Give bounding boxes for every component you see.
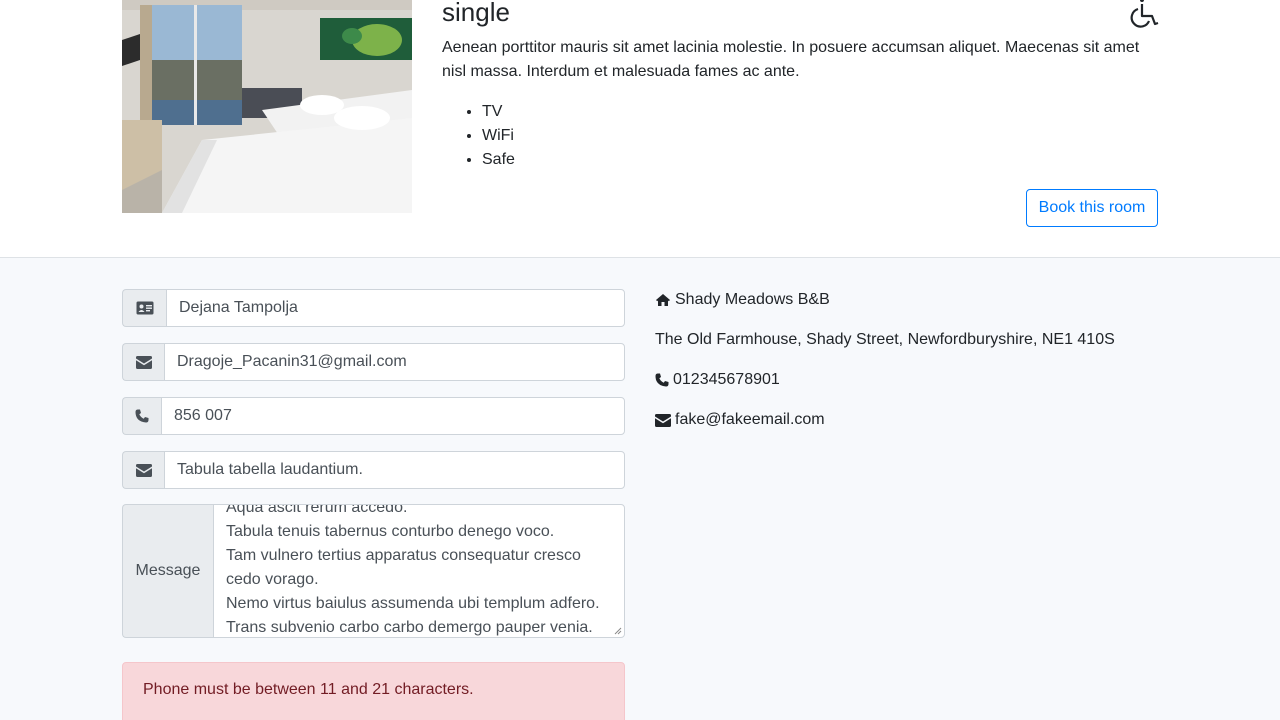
subject-input[interactable]: Tabula tabella laudantium. — [164, 451, 625, 489]
message-line: Tabula tenuis tabernus conturbo denego v… — [226, 523, 555, 540]
contact-section: Dejana Tampolja Dragoje_Pacanin31@gmail.… — [0, 258, 1280, 720]
room-type-title: single — [442, 0, 510, 27]
book-room-button[interactable]: Book this room — [1026, 189, 1158, 227]
message-line: cedo vorago. — [226, 571, 319, 588]
contact-phone-text: 012345678901 — [673, 371, 780, 388]
room-image — [122, 0, 412, 213]
feature-item: WiFi — [482, 124, 515, 148]
contact-email: fake@fakeemail.com — [655, 408, 825, 432]
bnb-name: Shady Meadows B&B — [655, 288, 830, 312]
room-features-list: TV WiFi Safe — [482, 100, 515, 172]
error-alert: Phone must be between 11 and 21 characte… — [122, 662, 625, 720]
room-description: Aenean porttitor mauris sit amet lacinia… — [442, 39, 1140, 80]
bnb-name-text: Shady Meadows B&B — [675, 291, 830, 308]
phone-icon — [655, 372, 669, 388]
message-label: Message — [122, 504, 213, 638]
message-text: Aqua ascit rerum accedo. Tabula tenuis t… — [226, 504, 610, 637]
message-line: Nemo virtus baiulus assumenda ubi templu… — [226, 595, 600, 612]
name-field-group: Dejana Tampolja — [122, 289, 625, 327]
name-input[interactable]: Dejana Tampolja — [166, 289, 625, 327]
email-input[interactable]: Dragoje_Pacanin31@gmail.com — [164, 343, 625, 381]
message-line: Tam vulnero tertius apparatus consequatu… — [226, 547, 581, 564]
contact-email-text: fake@fakeemail.com — [675, 411, 825, 428]
envelope-icon — [655, 412, 671, 428]
phone-input[interactable]: 856 007 — [161, 397, 625, 435]
address: The Old Farmhouse, Shady Street, Newford… — [655, 331, 1115, 348]
message-textarea[interactable]: Aqua ascit rerum accedo. Tabula tenuis t… — [213, 504, 625, 638]
wheelchair-icon — [1124, 0, 1160, 28]
id-card-icon — [122, 289, 166, 327]
feature-item: Safe — [482, 148, 515, 172]
contact-phone: 012345678901 — [655, 368, 780, 392]
feature-item: TV — [482, 100, 515, 124]
message-line: Aqua ascit rerum accedo. — [226, 504, 408, 516]
envelope-icon — [122, 451, 164, 489]
phone-icon — [122, 397, 161, 435]
envelope-icon — [122, 343, 164, 381]
phone-field-group: 856 007 — [122, 397, 625, 435]
home-icon — [655, 292, 671, 308]
email-field-group: Dragoje_Pacanin31@gmail.com — [122, 343, 625, 381]
message-field-group: Message Aqua ascit rerum accedo. Tabula … — [122, 504, 625, 638]
subject-field-group: Tabula tabella laudantium. — [122, 451, 625, 489]
room-section: single Aenean porttitor mauris sit amet … — [0, 0, 1280, 258]
message-line: Trans subvenio carbo carbo demergo paupe… — [226, 619, 593, 636]
resize-grip-icon[interactable] — [614, 627, 622, 635]
